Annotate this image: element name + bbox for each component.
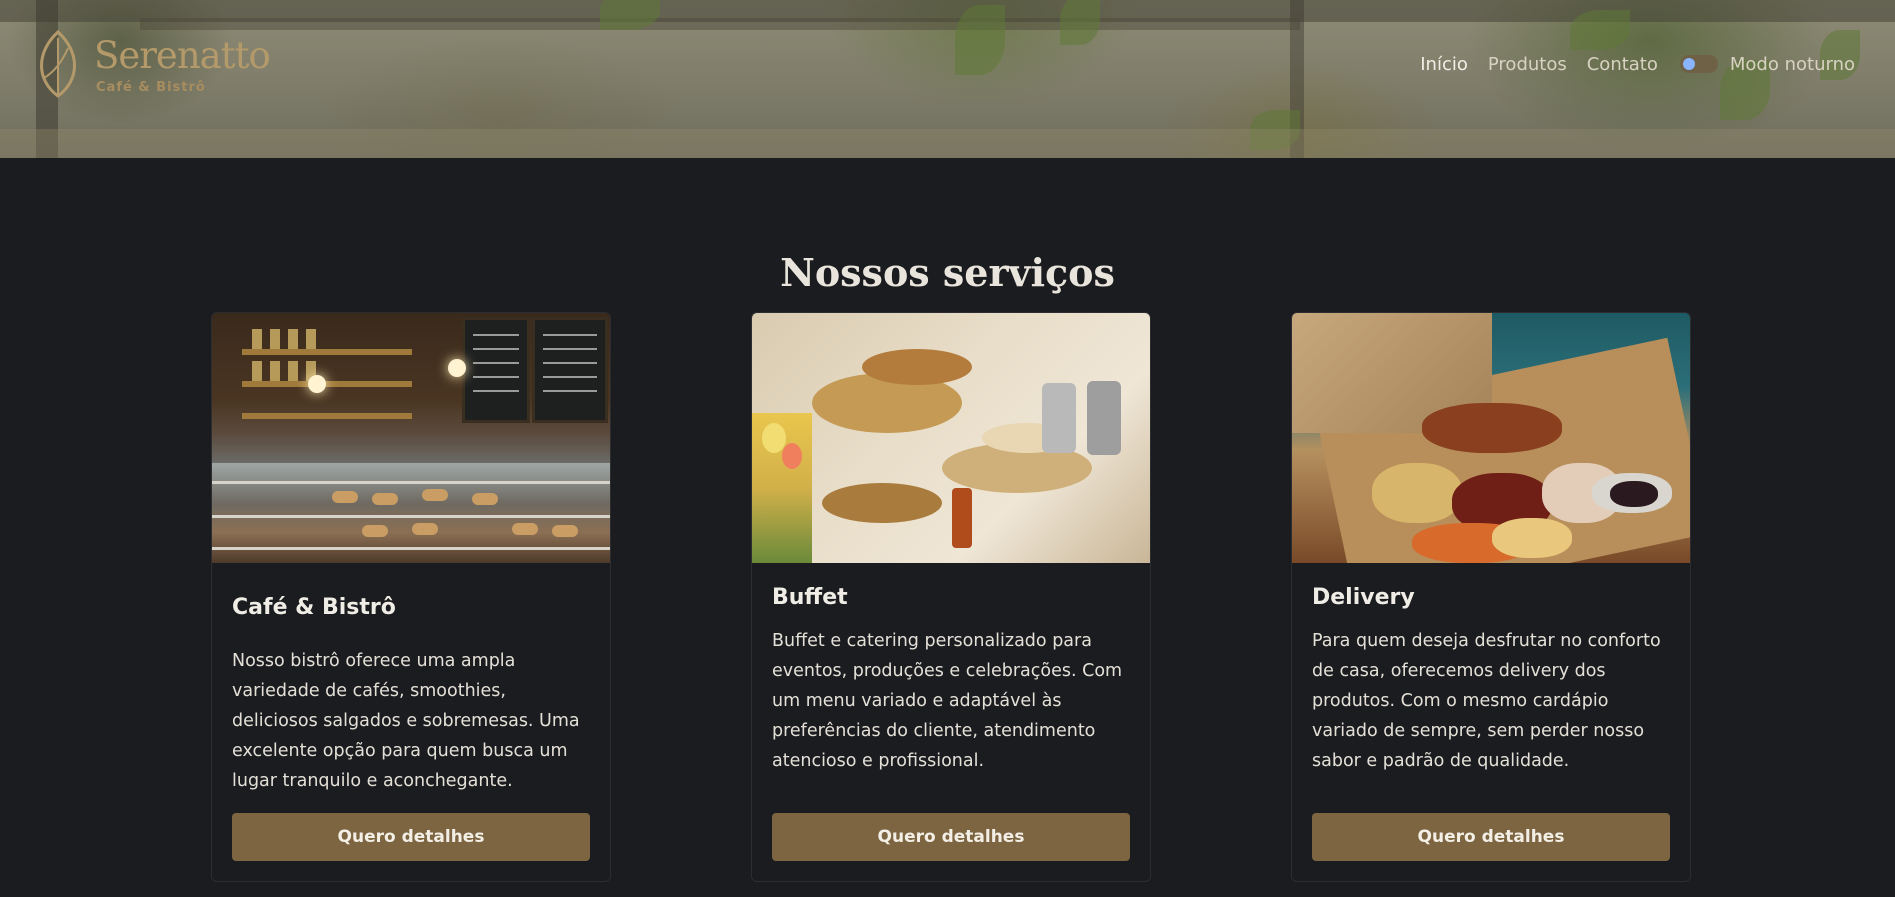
card-title: Café & Bistrô <box>232 595 396 620</box>
service-card-buffet: Buffet Buffet e catering personalizado p… <box>751 312 1151 882</box>
leaf-decoration <box>1060 0 1100 45</box>
toggle-knob <box>1682 58 1695 70</box>
leaf-logo-icon <box>40 29 76 98</box>
cafe-photo <box>212 313 610 563</box>
card-text: Buffet e catering personalizado para eve… <box>772 631 1123 771</box>
dark-mode-label: Modo noturno <box>1729 53 1855 75</box>
window-frame <box>140 18 1300 30</box>
card-text: Para quem deseja desfrutar no conforto d… <box>1312 631 1661 771</box>
hero-bottom-stripe <box>0 129 1895 158</box>
card-text: Nosso bistrô oferece uma ampla variedade… <box>232 651 580 791</box>
hero-header: Serenatto Café & Bistrô Início Produtos … <box>0 0 1895 158</box>
leaf-decoration <box>1570 10 1630 50</box>
brand-tagline: Café & Bistrô <box>96 80 206 95</box>
buffet-photo <box>752 313 1150 563</box>
nav-item-produtos[interactable]: Produtos <box>1488 54 1567 75</box>
service-card-cafe: Café & Bistrô Nosso bistrô oferece uma a… <box>211 312 611 882</box>
brand-logo[interactable]: Serenatto Café & Bistrô <box>30 26 290 102</box>
card-title: Delivery <box>1312 585 1415 610</box>
quero-detalhes-button[interactable]: Quero detalhes <box>232 813 590 861</box>
main-nav: Início Produtos Contato Modo noturno <box>1400 50 1855 78</box>
pastry-case <box>212 463 610 563</box>
brand-name: Serenatto <box>94 34 271 77</box>
quero-detalhes-button[interactable]: Quero detalhes <box>1312 813 1670 861</box>
quero-detalhes-button[interactable]: Quero detalhes <box>772 813 1130 861</box>
section-title: Nossos serviços <box>780 249 1115 295</box>
nav-item-contato[interactable]: Contato <box>1587 54 1658 75</box>
delivery-photo <box>1292 313 1690 563</box>
nav-item-inicio[interactable]: Início <box>1420 54 1468 75</box>
leaf-decoration <box>955 5 1005 75</box>
dark-mode-toggle[interactable] <box>1679 55 1718 73</box>
service-card-delivery: Delivery Para quem deseja desfrutar no c… <box>1291 312 1691 882</box>
card-title: Buffet <box>772 585 848 610</box>
